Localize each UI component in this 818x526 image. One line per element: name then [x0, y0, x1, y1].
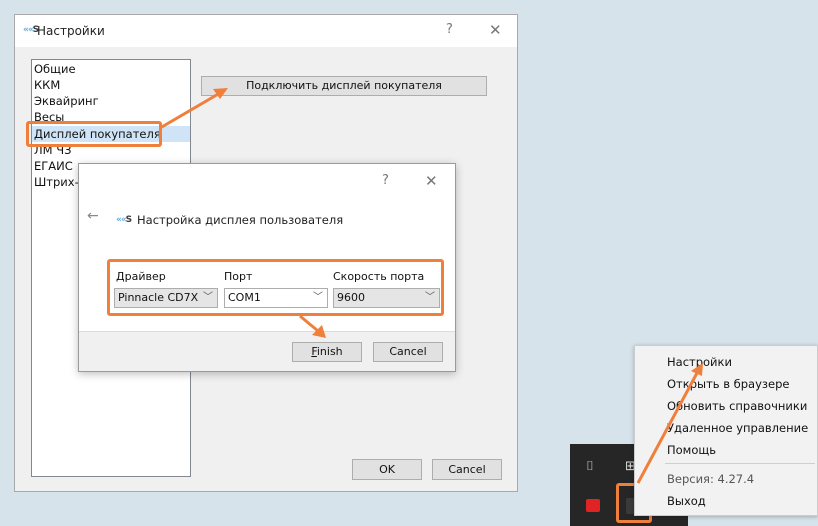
- arrow-to-finish-button: [299, 314, 319, 333]
- arrow-to-connect-button: [159, 91, 221, 130]
- annotation-arrows: [159, 88, 703, 484]
- arrow-to-settings-item: [636, 372, 699, 484]
